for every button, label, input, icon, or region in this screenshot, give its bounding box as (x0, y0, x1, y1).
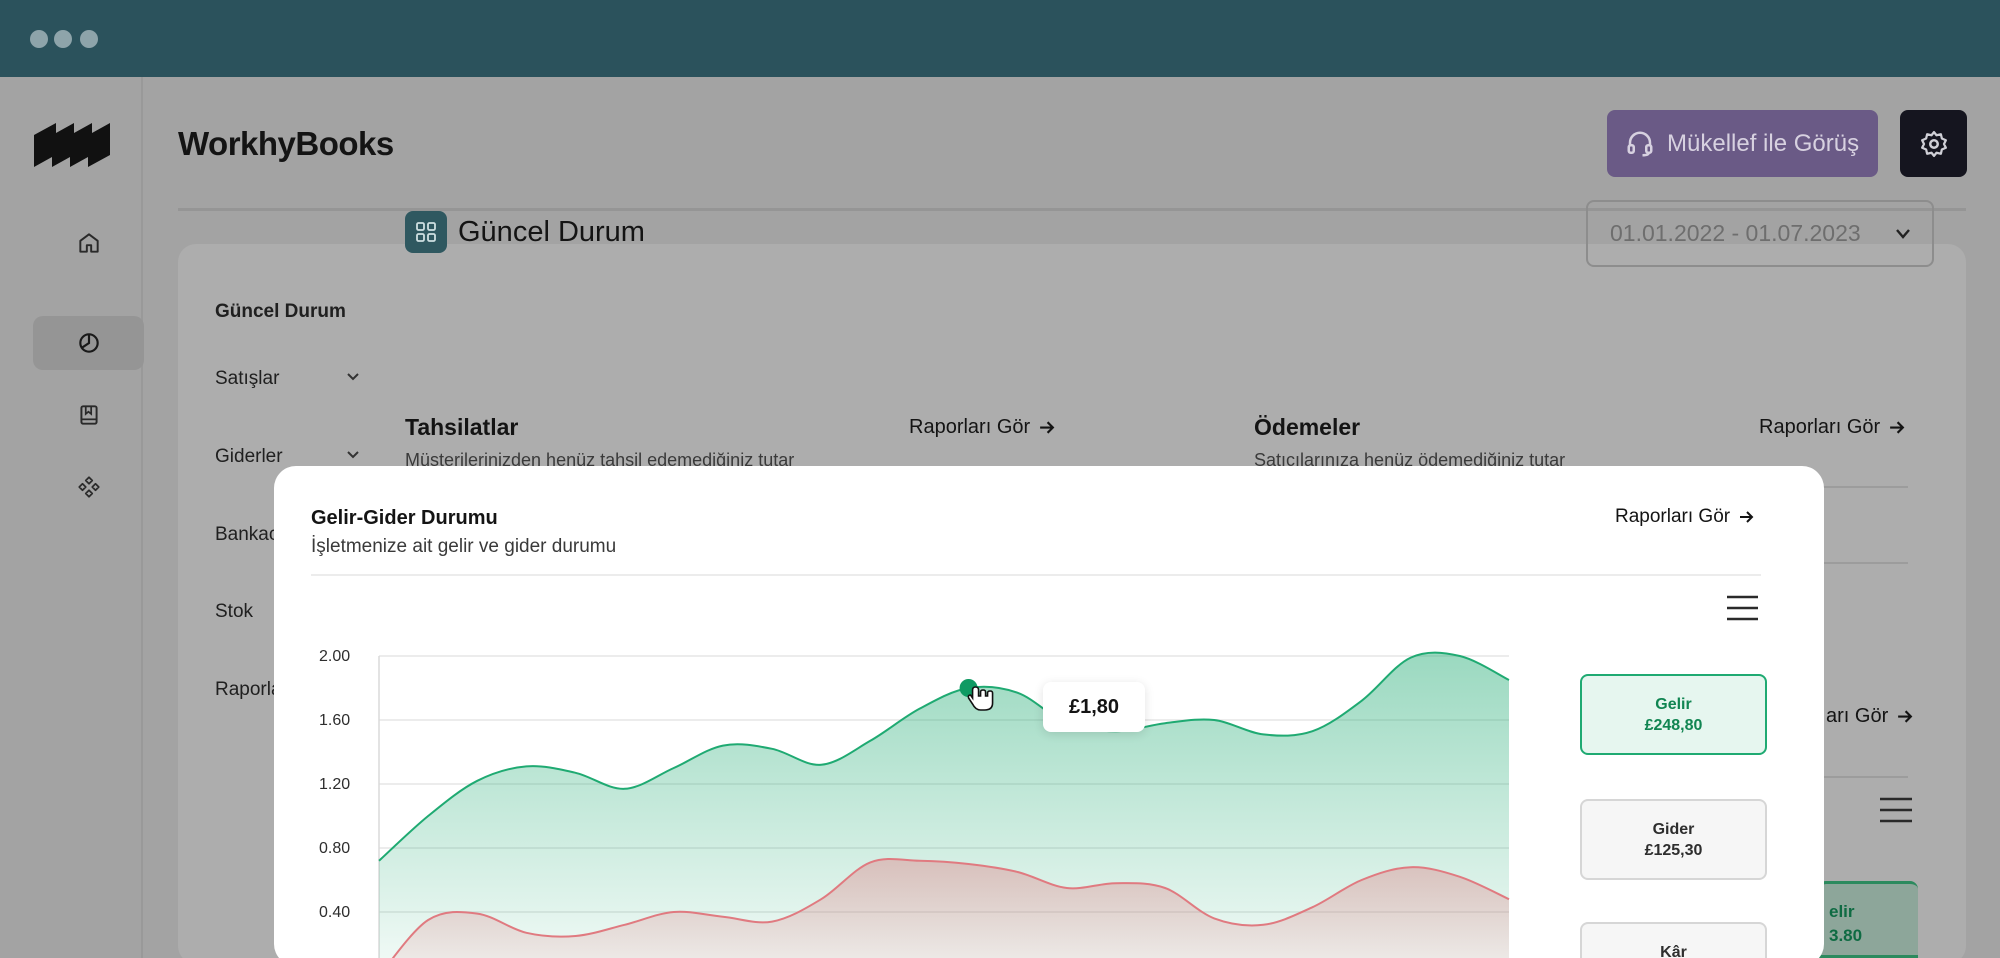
dashboard-section-icon (405, 211, 447, 253)
modal-reports-link[interactable]: Raporları Gör (1615, 506, 1754, 528)
meet-taxpayer-button[interactable]: Mükellef ile Görüş (1607, 110, 1878, 177)
legend-expense-card[interactable]: Gider £125,30 (1580, 799, 1767, 880)
app-title: WorkhyBooks (178, 125, 394, 162)
modal-divider (311, 574, 1761, 576)
arrow-right-icon (1898, 710, 1913, 723)
background-reports-link[interactable]: arı Gör (1826, 705, 1913, 728)
sidebar-item-integrations[interactable] (33, 460, 144, 514)
subnav-item-stock[interactable]: Stok (215, 601, 253, 623)
chevron-down-icon (1896, 229, 1910, 239)
income-expense-chart: 2.00 1.60 1.20 0.80 0.40 (319, 648, 1510, 958)
home-icon (78, 233, 99, 253)
payments-card-title: Ödemeler (1254, 414, 1361, 440)
menu-icon[interactable] (1879, 797, 1913, 823)
background-divider (1822, 776, 1908, 778)
pie-chart-icon (78, 333, 99, 353)
subnav-item-sales[interactable]: Satışlar (215, 368, 279, 390)
headset-icon (1627, 131, 1653, 156)
collections-reports-label: Raporları Gör (909, 416, 1031, 438)
collections-card-title: Tahsilatlar (405, 414, 519, 440)
arrow-right-icon (1740, 511, 1754, 523)
sidebar (0, 77, 144, 958)
legend-profit-label: Kâr (1660, 944, 1687, 958)
income-expense-modal: Gelir-Gider Durumu İşletmenize ait gelir… (274, 466, 1824, 958)
chart-tooltip: £1,80 (1043, 682, 1145, 732)
legend-expense-value: £125,30 (1644, 841, 1703, 859)
window-titlebar (0, 0, 2000, 77)
payments-divider (1822, 562, 1908, 564)
sidebar-item-home[interactable] (33, 216, 144, 270)
menu-icon[interactable] (1726, 595, 1759, 621)
chevron-down-icon[interactable] (346, 372, 360, 382)
y-tick-label: 1.60 (319, 712, 350, 729)
section-title: Güncel Durum (458, 216, 645, 248)
grid-icon (416, 222, 436, 242)
subnav-item-bank[interactable]: Bankac (215, 524, 278, 546)
modal-title: Gelir-Gider Durumu (311, 507, 498, 529)
subnav-item-expenses[interactable]: Giderler (215, 446, 283, 468)
chevron-down-icon[interactable] (346, 450, 360, 460)
brand-logo[interactable] (34, 121, 110, 169)
chart-areas (378, 651, 1510, 958)
arrow-right-icon (1040, 421, 1055, 434)
background-reports-label: arı Gör (1826, 705, 1889, 727)
modal-reports-label: Raporları Gör (1615, 506, 1731, 527)
meet-taxpayer-label: Mükellef ile Görüş (1667, 129, 1860, 157)
y-tick-label: 0.80 (319, 840, 350, 857)
legend-profit-card[interactable]: Kâr (1580, 922, 1767, 958)
date-range-value: 01.01.2022 - 01.07.2023 (1610, 220, 1861, 246)
payments-reports-link[interactable]: Raporları Gör (1759, 416, 1905, 439)
modal-subtitle: İşletmenize ait gelir ve gider durumu (311, 536, 617, 557)
legend-income-value: £248,80 (1644, 716, 1703, 734)
legend-income-label: Gelir (1655, 695, 1692, 713)
sidebar-item-books[interactable] (33, 388, 144, 442)
gear-icon (1920, 130, 1947, 157)
window-zoom-dot[interactable] (80, 30, 98, 48)
y-tick-label: 0.40 (319, 904, 350, 921)
y-axis: 2.00 1.60 1.20 0.80 0.40 (319, 648, 350, 921)
legend-income-card[interactable]: Gelir £248,80 (1580, 674, 1767, 755)
collections-reports-link[interactable]: Raporları Gör (909, 416, 1055, 439)
components-icon (77, 476, 100, 498)
book-icon (79, 405, 98, 425)
background-chip-label: elir (1829, 902, 1855, 921)
payments-reports-label: Raporları Gör (1759, 416, 1881, 438)
background-chip-value: 3.80 (1829, 926, 1863, 945)
arrow-right-icon (1890, 421, 1905, 434)
subnav-item-current-status[interactable]: Güncel Durum (215, 301, 346, 323)
y-tick-label: 1.20 (319, 776, 350, 793)
subnav-item-reports[interactable]: Raporla (215, 679, 282, 701)
sidebar-item-dashboard[interactable] (33, 316, 144, 370)
window-close-dot[interactable] (30, 30, 48, 48)
date-range-select[interactable]: 01.01.2022 - 01.07.2023 (1586, 200, 1934, 267)
settings-button[interactable] (1900, 110, 1967, 177)
background-income-chip: elir 3.80 (1818, 881, 1918, 958)
window-minimize-dot[interactable] (54, 30, 72, 48)
y-tick-label: 2.00 (319, 648, 350, 665)
legend-expense-label: Gider (1652, 820, 1695, 838)
